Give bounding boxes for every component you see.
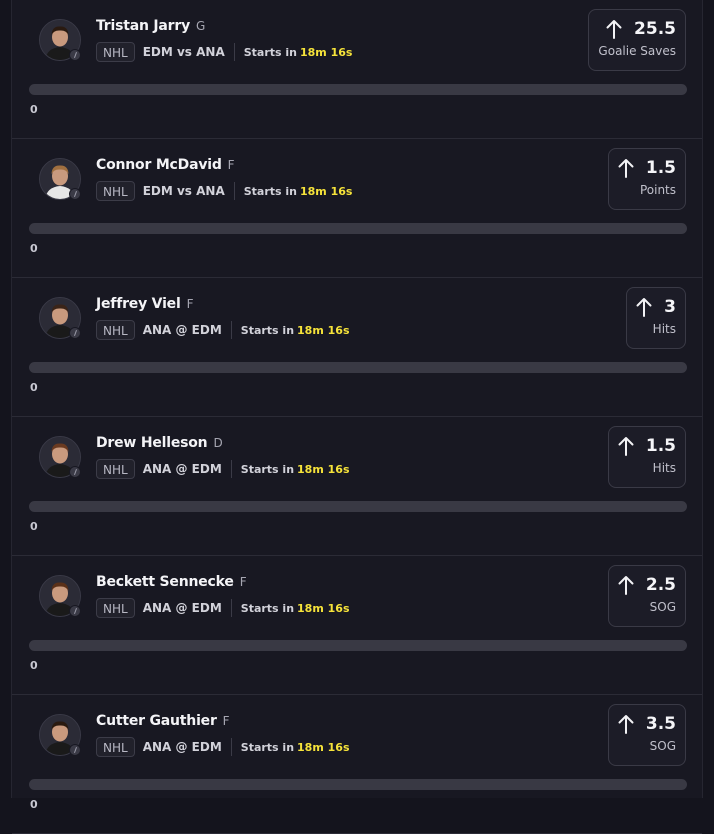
player-position: F [222, 714, 230, 728]
arrow-up-icon [618, 715, 634, 734]
prop-line-button[interactable]: 3 Hits [626, 287, 686, 349]
player-prop-card[interactable]: Tristan Jarry G NHL EDM vs ANA Starts in… [12, 0, 702, 139]
divider [230, 321, 232, 339]
player-prop-card[interactable]: Drew Helleson D NHL ANA @ EDM Starts in 1… [12, 417, 702, 556]
prop-stat-label: SOG [649, 739, 676, 753]
league-badge: NHL [96, 181, 135, 201]
player-position: F [227, 158, 235, 172]
prop-line-value: 1.5 [645, 158, 676, 178]
player-name[interactable]: Cutter Gauthier [96, 713, 217, 729]
progress-bar [29, 84, 687, 95]
team-logo-icon [69, 49, 81, 61]
arrow-up-icon [618, 437, 634, 456]
prop-stat-label: Points [639, 183, 676, 197]
matchup: ANA @ EDM [142, 323, 222, 337]
progress-bar [29, 362, 687, 373]
player-position: F [239, 575, 247, 589]
start-time: Starts in 18m 16s [243, 45, 353, 59]
prop-line-value: 1.5 [645, 436, 676, 456]
player-name[interactable]: Tristan Jarry [96, 18, 190, 34]
start-time: Starts in 18m 16s [240, 601, 350, 615]
prop-stat-label: Hits [652, 461, 676, 475]
divider [233, 182, 235, 200]
player-props-list: Tristan Jarry G NHL EDM vs ANA Starts in… [11, 0, 703, 834]
prop-line-value: 3 [664, 297, 676, 317]
player-name[interactable]: Jeffrey Viel [96, 296, 181, 312]
divider [233, 43, 235, 61]
countdown: 18m 16s [297, 323, 350, 337]
prop-line-button[interactable]: 25.5 Goalie Saves [588, 9, 686, 71]
player-prop-card[interactable]: Beckett Sennecke F NHL ANA @ EDM Starts … [12, 556, 702, 695]
matchup: EDM vs ANA [142, 184, 225, 198]
prop-stat-label: Goalie Saves [598, 44, 676, 58]
progress-bar [29, 501, 687, 512]
countdown: 18m 16s [297, 740, 350, 754]
countdown: 18m 16s [297, 462, 350, 476]
matchup: ANA @ EDM [142, 601, 222, 615]
league-badge: NHL [96, 42, 135, 62]
player-prop-card[interactable]: Connor McDavid F NHL EDM vs ANA Starts i… [12, 139, 702, 278]
arrow-up-icon [636, 298, 652, 317]
player-prop-card[interactable]: Jeffrey Viel F NHL ANA @ EDM Starts in 18… [12, 278, 702, 417]
progress-value: 0 [30, 103, 38, 116]
team-logo-icon [69, 466, 81, 478]
team-logo-icon [69, 605, 81, 617]
prop-line-button[interactable]: 1.5 Points [607, 148, 686, 210]
progress-value: 0 [30, 381, 38, 394]
start-time: Starts in 18m 16s [240, 323, 350, 337]
prop-stat-label: Hits [652, 322, 676, 336]
divider [230, 460, 232, 478]
arrow-up-icon [606, 20, 622, 39]
countdown: 18m 16s [300, 184, 353, 198]
divider [230, 738, 232, 756]
progress-value: 0 [30, 520, 38, 533]
progress-bar [29, 223, 687, 234]
progress-bar [29, 779, 687, 790]
prop-line-button[interactable]: 1.5 Hits [607, 426, 686, 488]
player-position: D [213, 436, 223, 450]
team-logo-icon [69, 327, 81, 339]
start-time: Starts in 18m 16s [240, 462, 350, 476]
arrow-up-icon [618, 159, 634, 178]
league-badge: NHL [96, 320, 135, 340]
player-name[interactable]: Connor McDavid [96, 157, 222, 173]
progress-value: 0 [30, 798, 38, 811]
matchup: ANA @ EDM [142, 740, 222, 754]
player-position: F [186, 297, 194, 311]
player-prop-card[interactable]: Cutter Gauthier F NHL ANA @ EDM Starts i… [12, 695, 702, 834]
countdown: 18m 16s [297, 601, 350, 615]
player-name[interactable]: Drew Helleson [96, 435, 208, 451]
matchup: ANA @ EDM [142, 462, 222, 476]
arrow-up-icon [618, 576, 634, 595]
league-badge: NHL [96, 459, 135, 479]
player-position: G [196, 19, 206, 33]
start-time: Starts in 18m 16s [240, 740, 350, 754]
progress-value: 0 [30, 242, 38, 255]
prop-line-button[interactable]: 3.5 SOG [607, 704, 686, 766]
league-badge: NHL [96, 598, 135, 618]
prop-line-button[interactable]: 2.5 SOG [607, 565, 686, 627]
matchup: EDM vs ANA [142, 45, 225, 59]
prop-line-value: 25.5 [634, 19, 676, 39]
prop-stat-label: SOG [649, 600, 676, 614]
prop-line-value: 3.5 [645, 714, 676, 734]
start-time: Starts in 18m 16s [243, 184, 353, 198]
team-logo-icon [69, 744, 81, 756]
divider [230, 599, 232, 617]
team-logo-icon [69, 188, 81, 200]
prop-line-value: 2.5 [645, 575, 676, 595]
countdown: 18m 16s [300, 45, 353, 59]
progress-bar [29, 640, 687, 651]
player-name[interactable]: Beckett Sennecke [96, 574, 234, 590]
progress-value: 0 [30, 659, 38, 672]
league-badge: NHL [96, 737, 135, 757]
